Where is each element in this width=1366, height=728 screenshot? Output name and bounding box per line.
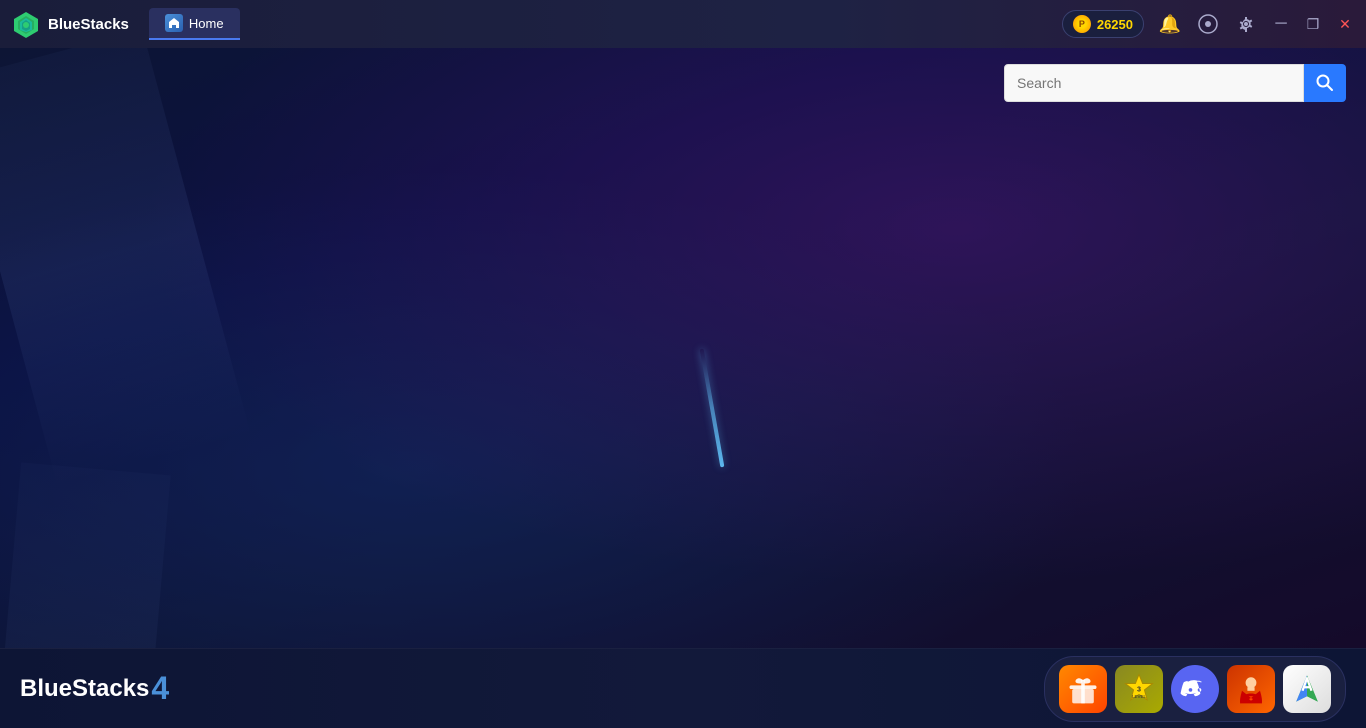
search-container <box>1004 64 1346 102</box>
watermark-text: BlueStacks <box>20 675 149 703</box>
taskbar-apps: 3 LEVEL <box>1044 656 1346 722</box>
minimize-button[interactable]: ─ <box>1272 15 1290 33</box>
coin-icon: P <box>1073 15 1091 33</box>
taskbar-app-map[interactable] <box>1283 665 1331 713</box>
svg-text:LEVEL: LEVEL <box>1132 694 1147 699</box>
watermark-num: 4 <box>151 670 169 707</box>
titlebar-brand: BlueStacks <box>48 16 129 33</box>
taskbar-app-gift[interactable] <box>1059 665 1107 713</box>
bluestacks-logo-icon <box>12 10 40 38</box>
level-badge-icon: 3 LEVEL <box>1121 671 1157 707</box>
svg-text:3: 3 <box>1137 684 1141 693</box>
search-icon <box>1316 74 1334 92</box>
bg-beam-1 <box>0 48 251 487</box>
main-content: Installed apps ⋮ <box>0 48 1366 648</box>
maximize-button[interactable]: ❐ <box>1304 15 1322 33</box>
taskbar-app-level[interactable]: 3 LEVEL <box>1115 665 1163 713</box>
gear-icon[interactable] <box>1234 12 1258 36</box>
gift-icon <box>1065 671 1101 707</box>
coins-amount: 26250 <box>1097 17 1133 32</box>
close-button[interactable]: ✕ <box>1336 15 1354 33</box>
titlebar-logo: BlueStacks <box>12 10 129 38</box>
bg-beam-2 <box>0 462 171 648</box>
hero-icon <box>1233 671 1269 707</box>
coins-display[interactable]: P 26250 <box>1062 10 1144 38</box>
discord-icon <box>1177 671 1213 707</box>
settings-circle-icon[interactable] <box>1196 12 1220 36</box>
home-tab-icon <box>165 14 183 32</box>
titlebar: BlueStacks Home P 26250 🔔 ─ ❐ ✕ <box>0 0 1366 48</box>
taskbar-app-hero[interactable] <box>1227 665 1275 713</box>
bluestacks-watermark: BlueStacks4 <box>20 670 169 707</box>
titlebar-right: P 26250 🔔 ─ ❐ ✕ <box>1062 10 1354 38</box>
bg-comet <box>700 349 725 468</box>
map-icon <box>1289 671 1325 707</box>
notification-icon[interactable]: 🔔 <box>1158 12 1182 36</box>
search-input[interactable] <box>1004 64 1304 102</box>
titlebar-home-tab[interactable]: Home <box>149 8 240 40</box>
taskbar-app-discord[interactable] <box>1171 665 1219 713</box>
taskbar: BlueStacks4 3 LEVEL <box>0 648 1366 728</box>
home-tab-label: Home <box>189 16 224 31</box>
search-button[interactable] <box>1304 64 1346 102</box>
